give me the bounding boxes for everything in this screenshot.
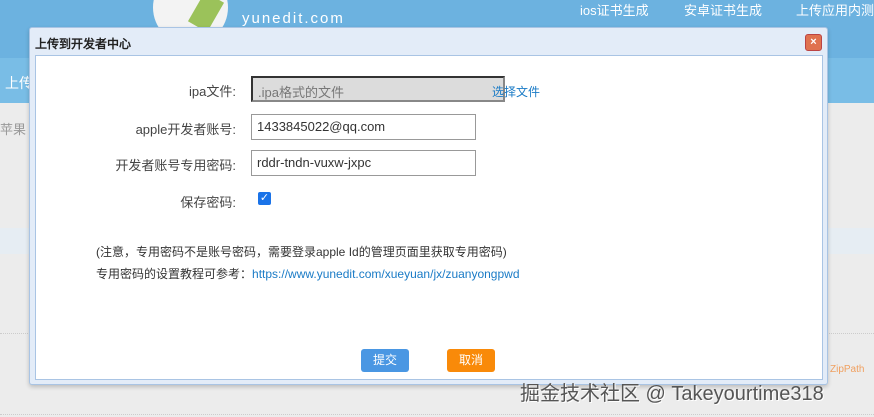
save-password-checkbox[interactable]: ✓ — [258, 192, 271, 205]
password-input[interactable]: rddr-tndn-vuxw-jxpc — [251, 150, 476, 176]
zip-path-text: ZipPath — [830, 364, 865, 375]
tutorial-link[interactable]: https://www.yunedit.com/xueyuan/jx/zuany… — [252, 267, 519, 281]
watermark: 掘金技术社区 @ Takeyourtime318 — [520, 383, 824, 405]
dialog-title: 上传到开发者中心 — [35, 37, 132, 51]
dialog-body: ipa文件: .ipa格式的文件 选择文件 apple开发者账号: 143384… — [35, 55, 823, 380]
close-icon[interactable]: × — [805, 34, 822, 51]
choose-file-link[interactable]: 选择文件 — [492, 83, 540, 100]
side-text: 苹果 — [0, 122, 27, 137]
password-label: 开发者账号专用密码: — [115, 158, 236, 173]
logo-text: yunedit.com — [242, 10, 345, 27]
tutorial-prefix: 专用密码的设置教程可参考： — [96, 267, 253, 281]
save-password-label: 保存密码: — [180, 195, 236, 210]
nav-ios-cert[interactable]: ios证书生成 — [580, 0, 649, 19]
account-label: apple开发者账号: — [135, 122, 236, 137]
divider — [0, 414, 874, 415]
tutorial-note: 专用密码的设置教程可参考：https://www.yunedit.com/xue… — [96, 265, 520, 282]
submit-button[interactable]: 提交 — [361, 349, 409, 372]
nav-upload-test[interactable]: 上传应用内测 — [796, 0, 874, 19]
account-input[interactable]: 1433845022@qq.com — [251, 114, 476, 140]
upload-dialog: 上传到开发者中心 × ipa文件: .ipa格式的文件 选择文件 apple开发… — [29, 27, 828, 385]
note-text: (注意，专用密码不是账号密码，需要登录apple Id的管理页面里获取专用密码) — [96, 245, 507, 259]
cancel-button[interactable]: 取消 — [447, 349, 495, 372]
ipa-label: ipa文件: — [189, 84, 236, 99]
nav-android-cert[interactable]: 安卓证书生成 — [684, 0, 762, 19]
ipa-file-input[interactable]: .ipa格式的文件 — [251, 76, 505, 102]
